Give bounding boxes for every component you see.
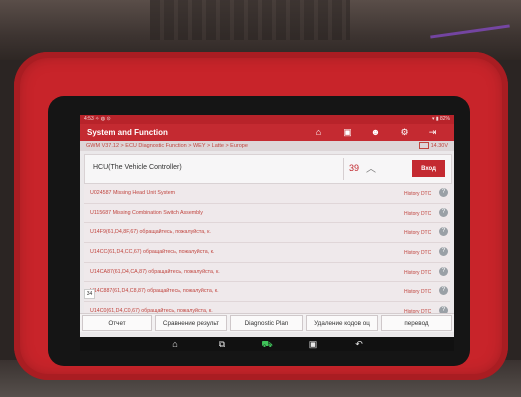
divider — [343, 158, 344, 180]
help-icon[interactable]: ? — [439, 286, 448, 296]
breadcrumb: GWM V37.12 > ECU Diagnostic Function > W… — [80, 141, 454, 151]
dtc-code: U14C887(61,D4,C8,87) обращайтесь, пожалу… — [90, 288, 219, 295]
vci-icon[interactable]: ⛟ — [260, 338, 274, 350]
compare-button[interactable]: Сравнение результ — [155, 315, 227, 331]
enter-button[interactable]: Вход — [412, 160, 445, 177]
help-icon[interactable]: ? — [439, 188, 448, 197]
dtc-row[interactable]: U14CA87(61,D4,CA,87) обращайтесь, пожалу… — [84, 262, 450, 283]
clear-codes-button[interactable]: Удаление кодов оц — [306, 315, 378, 331]
settings-icon[interactable]: ⚙ — [399, 127, 410, 138]
background-vent — [150, 0, 350, 40]
dtc-code: U14F9(61,D4,8F,67) обращайтесь, пожалуйс… — [90, 229, 211, 236]
home-icon[interactable]: ⌂ — [313, 127, 324, 138]
function-bar: Отчет Сравнение результ Diagnostic Plan … — [80, 313, 454, 332]
voltage-value: 14.30V — [430, 143, 448, 149]
status-right: ▾ ▮ 82% — [431, 116, 450, 122]
recent-apps-icon[interactable]: ⧉ — [215, 338, 229, 350]
chevron-up-icon[interactable]: ︿ — [366, 160, 376, 175]
title-bar: System and Function ⌂ ▣ ☻ ⚙ ⇥ — [80, 124, 454, 141]
status-left: 4:53 ✧ ◍ ⊙ — [84, 116, 111, 122]
status-bar: 4:53 ✧ ◍ ⊙ ▾ ▮ 82% — [80, 115, 454, 124]
dtc-status: History DTC — [404, 230, 432, 237]
dtc-status: History DTC — [404, 191, 432, 197]
dtc-status: History DTC — [404, 250, 432, 257]
screenshot-icon[interactable]: ▣ — [306, 338, 320, 350]
dtc-count: 39 — [349, 163, 360, 173]
page-title: System and Function — [87, 128, 168, 137]
home-icon[interactable]: ⌂ — [168, 338, 182, 350]
tablet-screen: 4:53 ✧ ◍ ⊙ ▾ ▮ 82% System and Function ⌂… — [80, 115, 454, 337]
dtc-row[interactable]: U14C887(61,D4,C8,87) обращайтесь, пожалу… — [84, 282, 450, 303]
back-icon[interactable]: ↶ — [352, 338, 366, 350]
dtc-row[interactable]: U115687 Missing Combination Switch Assem… — [84, 203, 450, 224]
page-indicator: 34 — [84, 289, 95, 299]
dtc-row[interactable]: U14CC(61,D4,CC,67) обращайтесь, пожалуйс… — [84, 243, 450, 263]
diagnostic-plan-button[interactable]: Diagnostic Plan — [230, 315, 303, 331]
translate-button[interactable]: перевод — [381, 315, 452, 331]
dtc-status: History DTC — [404, 289, 432, 296]
dtc-code: U14CA87(61,D4,CA,87) обращайтесь, пожалу… — [90, 268, 220, 275]
help-icon[interactable]: ? — [439, 266, 448, 276]
battery-icon — [418, 142, 429, 150]
dtc-code: U115687 Missing Combination Switch Assem… — [90, 209, 203, 216]
help-icon[interactable]: ? — [439, 207, 448, 217]
android-nav-bar: ⌂ ⧉ ⛟ ▣ ↶ — [80, 337, 454, 351]
dtc-row[interactable]: U024587 Missing Head Unit System History… — [84, 184, 450, 204]
dtc-code: U14CC(61,D4,CC,67) обращайтесь, пожалуйс… — [90, 249, 215, 256]
dtc-status: History DTC — [404, 210, 432, 217]
dtc-status: History DTC — [404, 269, 432, 276]
hcu-name: HCU(The Vehicle Controller) — [93, 164, 182, 171]
hcu-row[interactable]: HCU(The Vehicle Controller) 39 ︿ Вход — [84, 154, 452, 184]
dtc-list: U024587 Missing Head Unit System History… — [84, 184, 450, 316]
report-icon[interactable]: ▣ — [342, 127, 353, 138]
help-icon[interactable]: ? — [439, 227, 448, 237]
report-button[interactable]: Отчет — [82, 315, 152, 331]
dtc-code: U024587 Missing Head Unit System — [90, 190, 176, 196]
battery-voltage: 14.30V — [418, 141, 448, 151]
breadcrumb-path: GWM V37.12 > ECU Diagnostic Function > W… — [86, 143, 248, 149]
dtc-row[interactable]: U14F9(61,D4,8F,67) обращайтесь, пожалуйс… — [84, 223, 450, 244]
user-icon[interactable]: ☻ — [370, 127, 381, 138]
exit-icon[interactable]: ⇥ — [427, 127, 438, 138]
help-icon[interactable]: ? — [439, 247, 448, 257]
